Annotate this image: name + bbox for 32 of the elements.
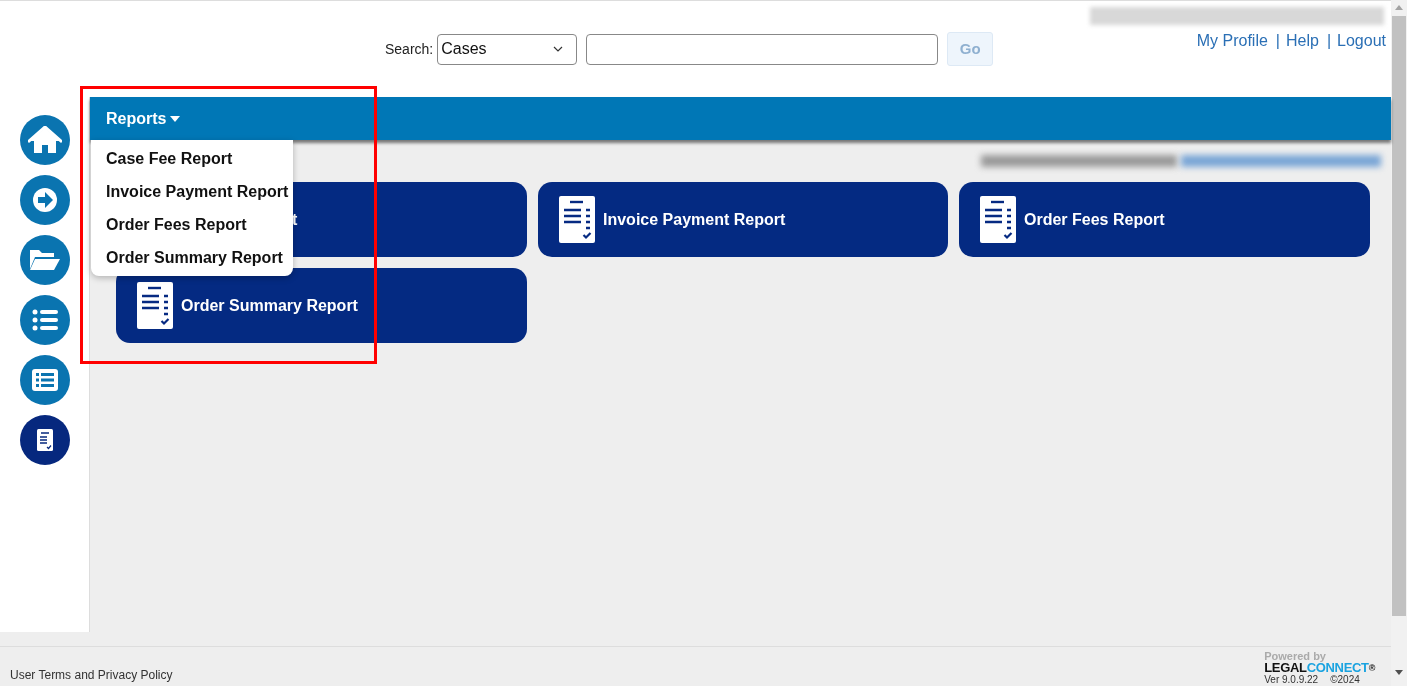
link-separator: |: [1326, 31, 1332, 51]
list-box-icon: [31, 369, 58, 391]
document-checklist-icon: [559, 196, 595, 243]
document-checklist-icon: [137, 282, 173, 329]
chevron-down-icon: [553, 46, 564, 52]
scroll-down-icon[interactable]: [1395, 670, 1403, 675]
version-text: Ver 9.0.9.22: [1264, 674, 1319, 686]
list-icon: [31, 309, 58, 331]
report-card[interactable]: Invoice Payment Report: [538, 182, 948, 257]
dropdown-menu-item[interactable]: Case Fee Report: [91, 142, 293, 175]
copyright-text: ©2024: [1330, 674, 1360, 686]
search-label: Search:: [385, 39, 434, 59]
link-separator: |: [1275, 31, 1280, 51]
scrollbar-thumb[interactable]: [1392, 16, 1406, 616]
caret-icon: [170, 115, 181, 122]
header-link[interactable]: My Profile: [1196, 29, 1268, 53]
report-card[interactable]: Order Fees Report: [959, 182, 1370, 257]
report-card[interactable]: Order Summary Report: [116, 268, 527, 343]
home-icon: [27, 126, 62, 154]
sidebar-nav-button[interactable]: [19, 415, 70, 465]
brand-logo: LEGALCONNECT®: [1264, 662, 1375, 674]
report-icon: [36, 429, 53, 451]
document-checklist-icon: [980, 196, 1016, 243]
search-scope-dropdown[interactable]: Cases: [437, 33, 578, 65]
powered-by-label: Powered by: [1264, 650, 1326, 662]
terms-link[interactable]: User Terms and Privacy Policy: [10, 666, 173, 684]
header-link[interactable]: Logout: [1337, 29, 1386, 53]
header-link[interactable]: Help: [1286, 29, 1319, 53]
reports-menu-button[interactable]: Reports: [106, 106, 181, 131]
folder-icon: [29, 250, 60, 270]
arrow-right-circle-icon: [32, 188, 57, 212]
search-field[interactable]: [586, 33, 939, 65]
